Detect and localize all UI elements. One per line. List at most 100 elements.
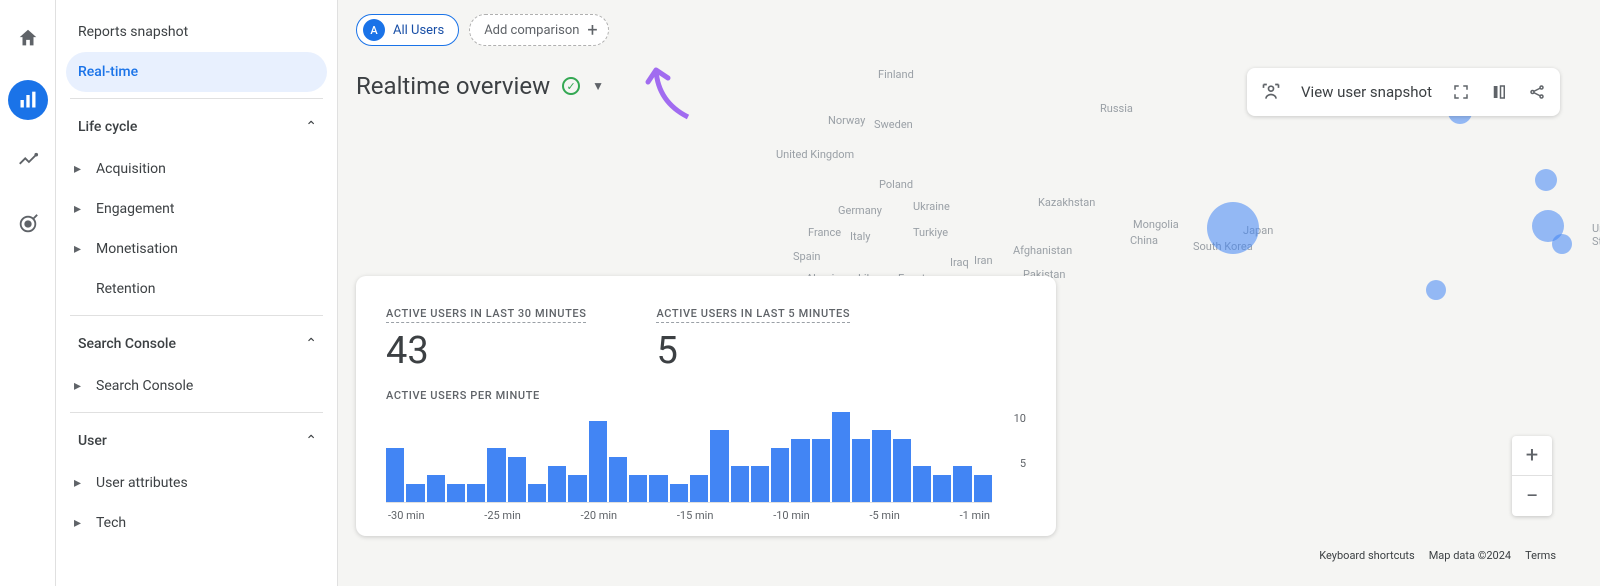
stat-30min-label: ACTIVE USERS IN LAST 30 MINUTES [386,307,586,323]
snapshot-label[interactable]: View user snapshot [1301,83,1432,101]
map-country-label: Norway [828,114,865,127]
chart-bar [933,475,951,502]
page-title: Realtime overview [356,72,550,100]
map-user-bubble [1535,169,1557,191]
map-country-label: Russia [1100,102,1133,115]
chip-label: Add comparison [484,23,579,38]
chart-bar [751,466,769,502]
map-country-label: Afghanistan [1013,244,1072,257]
chart-bar [487,448,505,502]
target-icon[interactable] [8,204,48,244]
map-country-label: China [1130,234,1158,247]
chart-bar [731,466,749,502]
fullscreen-icon[interactable] [1452,83,1470,101]
caret-right-icon: ▸ [74,241,96,257]
stat-5min-label: ACTIVE USERS IN LAST 5 MINUTES [656,307,850,323]
chip-badge: A [363,19,385,41]
sidebar-item-label: Tech [96,515,126,531]
chip-add-comparison[interactable]: Add comparison + [469,14,608,46]
sidebar-item-label: Acquisition [96,161,166,177]
sidebar: Reports snapshot Real-time Life cycle ⌃ … [56,0,338,586]
stat-5min: ACTIVE USERS IN LAST 5 MINUTES 5 [656,302,850,373]
map-country-label: Italy [850,230,870,243]
sidebar-group-user[interactable]: User ⌃ [66,419,327,463]
chart-bar [548,466,566,502]
compare-icon[interactable] [1490,83,1508,101]
stat-30min: ACTIVE USERS IN LAST 30 MINUTES 43 [386,302,586,373]
map-country-label: Iran [974,254,993,267]
sidebar-item-label: Reports snapshot [78,24,188,40]
chart-bar [386,448,404,502]
chart-bar [447,484,465,502]
chart-bar [467,484,485,502]
reports-icon[interactable] [8,80,48,120]
explore-icon[interactable] [8,142,48,182]
divider [70,98,323,99]
chart-bar [528,484,546,502]
chevron-up-icon: ⌃ [305,336,317,352]
map-country-label: Turkiye [913,226,948,239]
map-user-bubble [1532,210,1564,242]
map-user-bubble [1207,202,1259,254]
sidebar-item-monetisation[interactable]: ▸Monetisation [66,229,327,269]
x-tick: -20 min [581,509,618,522]
chart-bar [568,475,586,502]
sidebar-item-label: User attributes [96,475,188,491]
main-content: GreenlandFinlandRussiaNorwaySwedenUnited… [338,0,1600,586]
stat-5min-value: 5 [656,329,850,373]
map-data-link[interactable]: Map data ©2024 [1429,549,1511,562]
sidebar-item-engagement[interactable]: ▸Engagement [66,189,327,229]
sidebar-item-search-console[interactable]: ▸Search Console [66,366,327,406]
map-country-label: Ukraine [913,200,950,213]
map-country-label: Iraq [950,256,969,269]
check-circle-icon: ✓ [562,77,580,95]
sidebar-group-label: Search Console [78,336,176,352]
chart-bar [589,421,607,502]
plus-icon: + [587,20,597,41]
sidebar-group-label: User [78,433,107,449]
title-bar: Realtime overview ✓ ▼ [356,72,604,100]
sidebar-item-tech[interactable]: ▸Tech [66,503,327,543]
sidebar-group-search-console[interactable]: Search Console ⌃ [66,322,327,366]
map-zoom-control: + − [1512,436,1552,516]
chart-bar [508,457,526,502]
snapshot-toolbar: View user snapshot [1247,68,1560,116]
sidebar-item-acquisition[interactable]: ▸Acquisition [66,149,327,189]
x-tick: -25 min [484,509,521,522]
chip-all-users[interactable]: A All Users [356,14,459,46]
caret-right-icon: ▸ [74,378,96,394]
zoom-in-button[interactable]: + [1512,436,1552,476]
map-country-label: United Kingdom [776,148,854,161]
stat-30min-value: 43 [386,329,586,373]
sidebar-item-retention[interactable]: Retention [66,269,327,309]
share-icon[interactable] [1528,83,1546,101]
chart-bar [872,430,890,502]
keyboard-shortcuts-link[interactable]: Keyboard shortcuts [1319,549,1414,562]
realtime-card: ACTIVE USERS IN LAST 30 MINUTES 43 ACTIV… [356,276,1056,536]
chevron-up-icon: ⌃ [305,119,317,135]
chart-bar [953,466,971,502]
chart-bar [974,475,992,502]
divider [70,412,323,413]
dropdown-caret-icon[interactable]: ▼ [592,79,604,93]
sidebar-item-label: Real-time [78,64,138,80]
zoom-out-button[interactable]: − [1512,476,1552,516]
chart-bar [690,475,708,502]
map-country-label: Mongolia [1133,218,1179,231]
chart-bar [670,484,688,502]
sidebar-item-real-time[interactable]: Real-time [66,52,327,92]
map-user-bubble [1552,234,1572,254]
sidebar-item-user-attributes[interactable]: ▸User attributes [66,463,327,503]
x-tick: -1 min [960,509,990,522]
chart-bar [609,457,627,502]
per-minute-chart: -30 min-25 min-20 min-15 min-10 min-5 mi… [386,412,992,522]
terms-link[interactable]: Terms [1525,549,1556,562]
caret-right-icon: ▸ [74,201,96,217]
sidebar-group-life-cycle[interactable]: Life cycle ⌃ [66,105,327,149]
home-icon[interactable] [8,18,48,58]
map-country-label: Spain [793,250,820,263]
chart-bar [629,475,647,502]
user-snapshot-icon[interactable] [1261,82,1281,102]
chart-bar [406,484,424,502]
sidebar-item-reports-snapshot[interactable]: Reports snapshot [66,12,327,52]
